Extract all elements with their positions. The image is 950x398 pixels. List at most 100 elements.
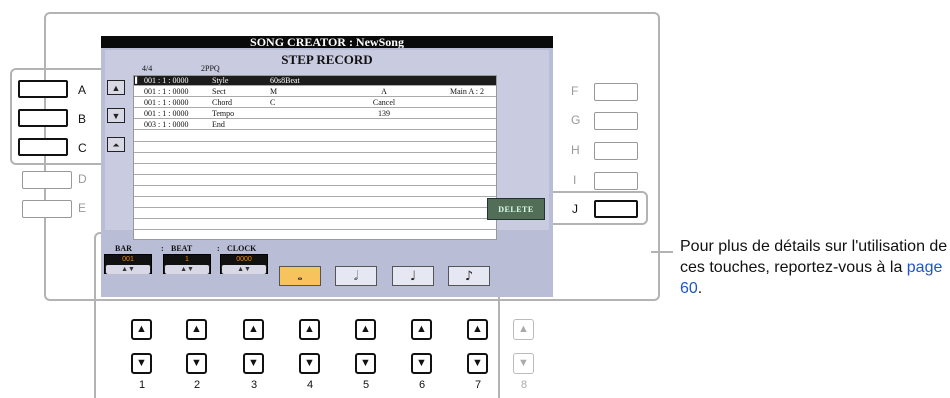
button-d-label: D	[78, 172, 87, 186]
empty-row-line	[134, 141, 496, 142]
lcd-screen: SONG CREATOR : NewSong STEP RECORD 4/4 2…	[101, 35, 553, 297]
bar-label: BAR	[115, 244, 132, 253]
button-g-label: G	[571, 113, 581, 127]
up-down-arrows-icon: ▲▼	[222, 265, 266, 274]
button-number-label: 6	[418, 379, 426, 391]
button-h-label: H	[571, 143, 580, 157]
event-col1: 60s8Beat	[270, 76, 300, 85]
up-button-1[interactable]: ▲	[131, 319, 152, 340]
up-down-arrows-icon: ▲▼	[165, 265, 209, 274]
down-button-7[interactable]: ▼	[467, 353, 488, 374]
down-button-6[interactable]: ▼	[411, 353, 432, 374]
event-row[interactable]: ▌ 001 : 1 : 0000 Style 60s8Beat	[134, 76, 496, 86]
up-button-3[interactable]: ▲	[243, 319, 264, 340]
button-e-label: E	[78, 201, 87, 215]
empty-row-line	[134, 229, 496, 230]
clock-label: CLOCK	[227, 244, 257, 253]
event-col3: Main A : 2	[450, 87, 485, 96]
down-button-8[interactable]: ▼	[513, 353, 534, 374]
button-a[interactable]	[18, 80, 68, 98]
button-number-label: 3	[250, 379, 258, 391]
event-time: 001 : 1 : 0000	[144, 76, 189, 85]
delete-button[interactable]: DELETE	[487, 198, 545, 220]
event-time: 001 : 1 : 0000	[144, 87, 189, 96]
button-number-label: 2	[193, 379, 201, 391]
event-col2: Cancel	[372, 98, 396, 107]
button-number-label: 4	[306, 379, 314, 391]
up-button-5[interactable]: ▲	[355, 319, 376, 340]
scroll-top-button[interactable]: ⏶	[107, 137, 125, 152]
beat-field[interactable]: 1 ▲▼	[163, 254, 211, 274]
button-j[interactable]	[594, 200, 638, 218]
time-signature: 4/4	[142, 64, 153, 73]
button-f[interactable]	[594, 83, 638, 101]
button-a-label: A	[78, 83, 87, 97]
callout-text-end: .	[697, 280, 703, 297]
event-list[interactable]: ▌ 001 : 1 : 0000 Style 60s8Beat 001 : 1 : 00…	[133, 75, 497, 241]
panel-title: STEP RECORD	[281, 52, 373, 67]
empty-row-line	[134, 207, 496, 208]
empty-row-line	[134, 152, 496, 153]
button-b-label: B	[78, 112, 87, 126]
button-d[interactable]	[22, 171, 72, 189]
button-number-label: 1	[138, 379, 146, 391]
event-event: Sect	[212, 87, 226, 96]
event-row[interactable]: 001 : 1 : 0000 Sect M A Main A : 2	[134, 87, 496, 97]
beat-label: BEAT	[171, 244, 193, 253]
down-button-5[interactable]: ▼	[355, 353, 376, 374]
event-time: 001 : 1 : 0000	[144, 98, 189, 107]
button-number-label: 8	[520, 379, 528, 391]
button-number-label: 5	[362, 379, 370, 391]
event-event: Style	[212, 76, 229, 85]
up-button-6[interactable]: ▲	[411, 319, 432, 340]
up-button-8[interactable]: ▲	[513, 319, 534, 340]
empty-row-line	[134, 163, 496, 164]
separator: :	[217, 244, 220, 253]
event-row[interactable]: 001 : 1 : 0000 Tempo 139	[134, 109, 496, 119]
up-button-4[interactable]: ▲	[299, 319, 320, 340]
event-row[interactable]: 003 : 1 : 0000 End	[134, 120, 496, 130]
button-c[interactable]	[18, 138, 68, 156]
event-event: Chord	[212, 98, 232, 107]
down-button-3[interactable]: ▼	[243, 353, 264, 374]
eighth-note-icon: ♪	[464, 269, 474, 284]
button-i[interactable]	[594, 172, 638, 190]
event-col1: C	[270, 98, 276, 107]
scroll-down-button[interactable]: ▼	[107, 108, 125, 123]
event-event: End	[212, 120, 225, 129]
empty-row-line	[134, 174, 496, 175]
button-i-label: I	[573, 173, 577, 187]
button-e[interactable]	[22, 200, 72, 218]
up-button-2[interactable]: ▲	[186, 319, 207, 340]
down-button-2[interactable]: ▼	[186, 353, 207, 374]
button-b[interactable]	[18, 109, 68, 127]
event-col2: A	[381, 87, 387, 96]
scroll-controls: ▲ ▼ ⏶	[105, 76, 129, 226]
empty-row-line	[134, 196, 496, 197]
up-down-arrows-icon: ▲▼	[106, 265, 150, 274]
callout-line	[651, 251, 673, 253]
bar-field[interactable]: 001 ▲▼	[104, 254, 152, 274]
bottom-controls: BAR : BEAT : CLOCK 001 ▲▼ 1 ▲▼ 0000 ▲▼ 𝅝…	[101, 240, 553, 297]
whole-note-icon: 𝅝	[297, 269, 303, 284]
event-row[interactable]: 001 : 1 : 0000 Chord C Cancel	[134, 98, 496, 108]
button-h[interactable]	[594, 142, 638, 160]
whole-note-button[interactable]: 𝅝	[279, 266, 321, 286]
down-button-1[interactable]: ▼	[131, 353, 152, 374]
quarter-note-button[interactable]: ♩	[392, 266, 434, 286]
button-c-label: C	[78, 141, 87, 155]
button-g[interactable]	[594, 112, 638, 130]
eighth-note-button[interactable]: ♪	[448, 266, 490, 286]
clock-field[interactable]: 0000 ▲▼	[220, 254, 268, 274]
half-note-button[interactable]: 𝅗𝅥	[335, 266, 377, 286]
clock-value: 0000	[221, 255, 267, 265]
down-button-4[interactable]: ▼	[299, 353, 320, 374]
bar-value: 001	[105, 255, 151, 265]
half-note-icon: 𝅗𝅥	[353, 269, 359, 284]
scroll-up-button[interactable]: ▲	[107, 80, 125, 95]
up-button-7[interactable]: ▲	[467, 319, 488, 340]
empty-row-line	[134, 218, 496, 219]
button-number-label: 7	[474, 379, 482, 391]
event-time: 001 : 1 : 0000	[144, 109, 189, 118]
event-event: Tempo	[212, 109, 235, 118]
